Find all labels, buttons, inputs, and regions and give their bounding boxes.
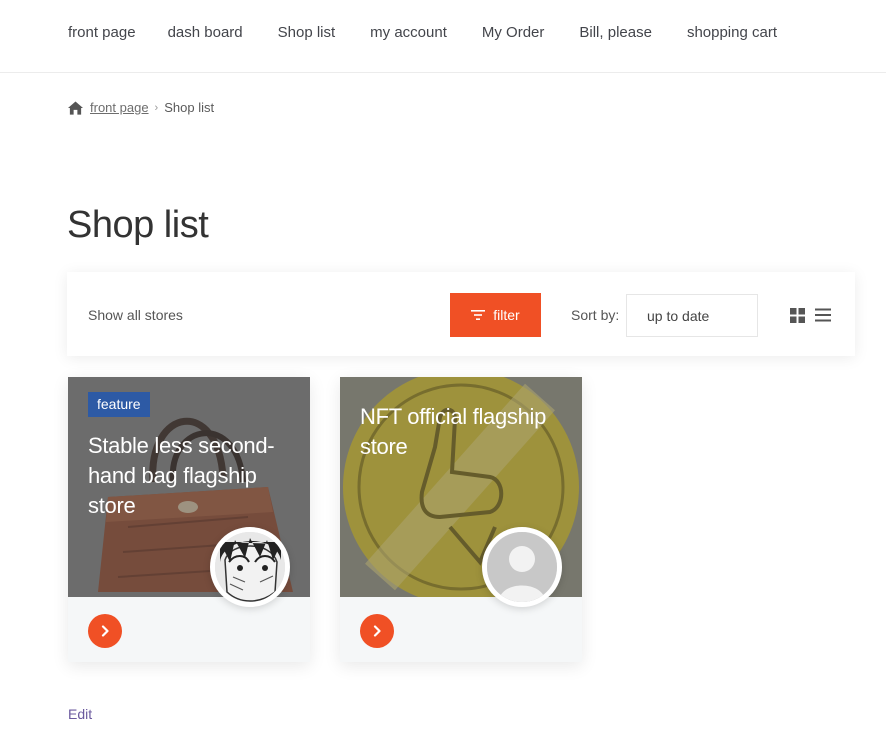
filter-icon — [471, 310, 486, 320]
visit-store-button[interactable] — [88, 614, 122, 648]
visit-store-button[interactable] — [360, 614, 394, 648]
nav-item-dash-board[interactable]: dash board — [168, 24, 243, 41]
nav-item-front-page[interactable]: front page — [68, 24, 136, 41]
featured-badge: feature — [88, 392, 150, 417]
breadcrumb-separator: › — [154, 101, 159, 114]
chevron-right-icon — [101, 625, 109, 637]
store-list-toolbar: Show all stores filter Sort by: up to da… — [67, 272, 855, 356]
breadcrumb: front page › Shop list — [68, 100, 214, 115]
default-user-avatar-icon — [487, 532, 557, 602]
store-name[interactable]: NFT official flagship store — [360, 402, 575, 462]
filter-button-label: filter — [493, 307, 520, 323]
sort-by-label: Sort by: — [571, 307, 620, 323]
store-avatar — [210, 527, 290, 607]
edit-link[interactable]: Edit — [68, 706, 92, 722]
store-name[interactable]: Stable less second-hand bag flagship sto… — [88, 431, 298, 521]
primary-navigation: front page dash board Shop list my accou… — [0, 0, 886, 73]
sort-select[interactable]: up to date — [626, 294, 758, 337]
nav-item-my-account[interactable]: my account — [370, 24, 447, 41]
store-card[interactable]: feature Stable less second-hand bag flag… — [68, 377, 310, 662]
anime-avatar-icon — [215, 532, 285, 602]
store-card[interactable]: NFT official flagship store — [340, 377, 582, 662]
page-title: Shop list — [67, 204, 209, 246]
filter-button[interactable]: filter — [450, 293, 541, 337]
show-all-stores-label: Show all stores — [88, 307, 183, 323]
nav-item-shopping-cart[interactable]: shopping cart — [687, 24, 777, 41]
grid-view-icon[interactable] — [790, 308, 805, 323]
nav-item-shop-list[interactable]: Shop list — [278, 24, 336, 41]
store-avatar — [482, 527, 562, 607]
chevron-right-icon — [373, 625, 381, 637]
breadcrumb-home-link[interactable]: front page — [90, 100, 149, 115]
breadcrumb-current: Shop list — [164, 100, 215, 115]
nav-item-bill-please[interactable]: Bill, please — [579, 24, 652, 41]
home-icon — [68, 100, 83, 115]
nav-menu: front page dash board Shop list my accou… — [68, 24, 809, 41]
nav-item-my-order[interactable]: My Order — [482, 24, 545, 41]
list-view-icon[interactable] — [815, 308, 831, 322]
